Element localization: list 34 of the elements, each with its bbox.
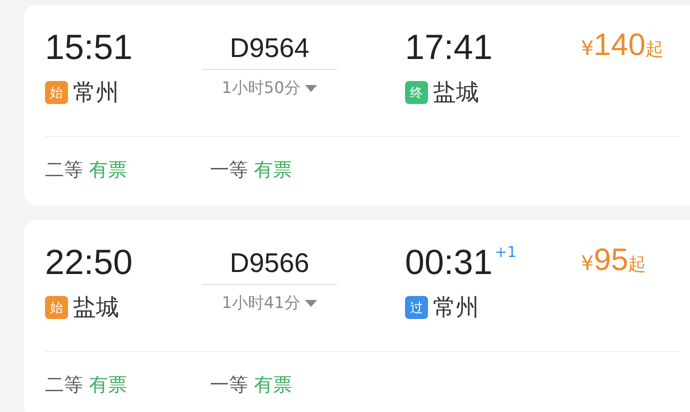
duration: 1小时41分 — [222, 293, 300, 314]
price-suffix: 起 — [628, 253, 646, 276]
currency-sign: ¥ — [581, 251, 594, 275]
arrival-station: 常州 — [433, 294, 479, 323]
station-tag: 终 — [405, 81, 428, 104]
seat-class: 二等 — [45, 159, 83, 181]
station-tag: 过 — [405, 296, 428, 319]
currency-sign: ¥ — [581, 36, 594, 60]
seat-class: 二等 — [45, 374, 83, 396]
departure-time: 15:51 — [45, 27, 134, 69]
duration: 1小时50分 — [222, 78, 300, 99]
ticket-status: 有票 — [89, 374, 127, 396]
dropdown-icon[interactable] — [305, 300, 318, 308]
train-number: D9564 — [230, 32, 310, 65]
ticket-status: 有票 — [254, 374, 292, 396]
departure-station: 常州 — [73, 79, 119, 108]
seat-class: 一等 — [210, 374, 248, 396]
day-offset: +1 — [494, 242, 517, 262]
seat-class: 一等 — [210, 159, 248, 181]
arrival-station: 盐城 — [433, 79, 479, 108]
price: 95 — [594, 242, 628, 278]
price: 140 — [594, 27, 646, 63]
departure-time: 22:50 — [45, 242, 134, 284]
arrival-time: 00:31 — [405, 242, 493, 284]
station-tag: 始 — [45, 296, 68, 319]
station-tag: 始 — [45, 81, 68, 104]
arrival-time: 17:41 — [405, 27, 493, 69]
ticket-status: 有票 — [254, 159, 292, 181]
dropdown-icon[interactable] — [305, 84, 318, 92]
departure-station: 盐城 — [73, 294, 119, 323]
price-suffix: 起 — [645, 38, 664, 61]
train-number: D9566 — [230, 247, 310, 280]
ticket-status: 有票 — [89, 159, 127, 181]
train-card[interactable]: 15:51 始 常州 D9564 1小时50分 17:41 终 盐城 ¥140起 二等 有票 一等 有票 — [24, 5, 690, 205]
